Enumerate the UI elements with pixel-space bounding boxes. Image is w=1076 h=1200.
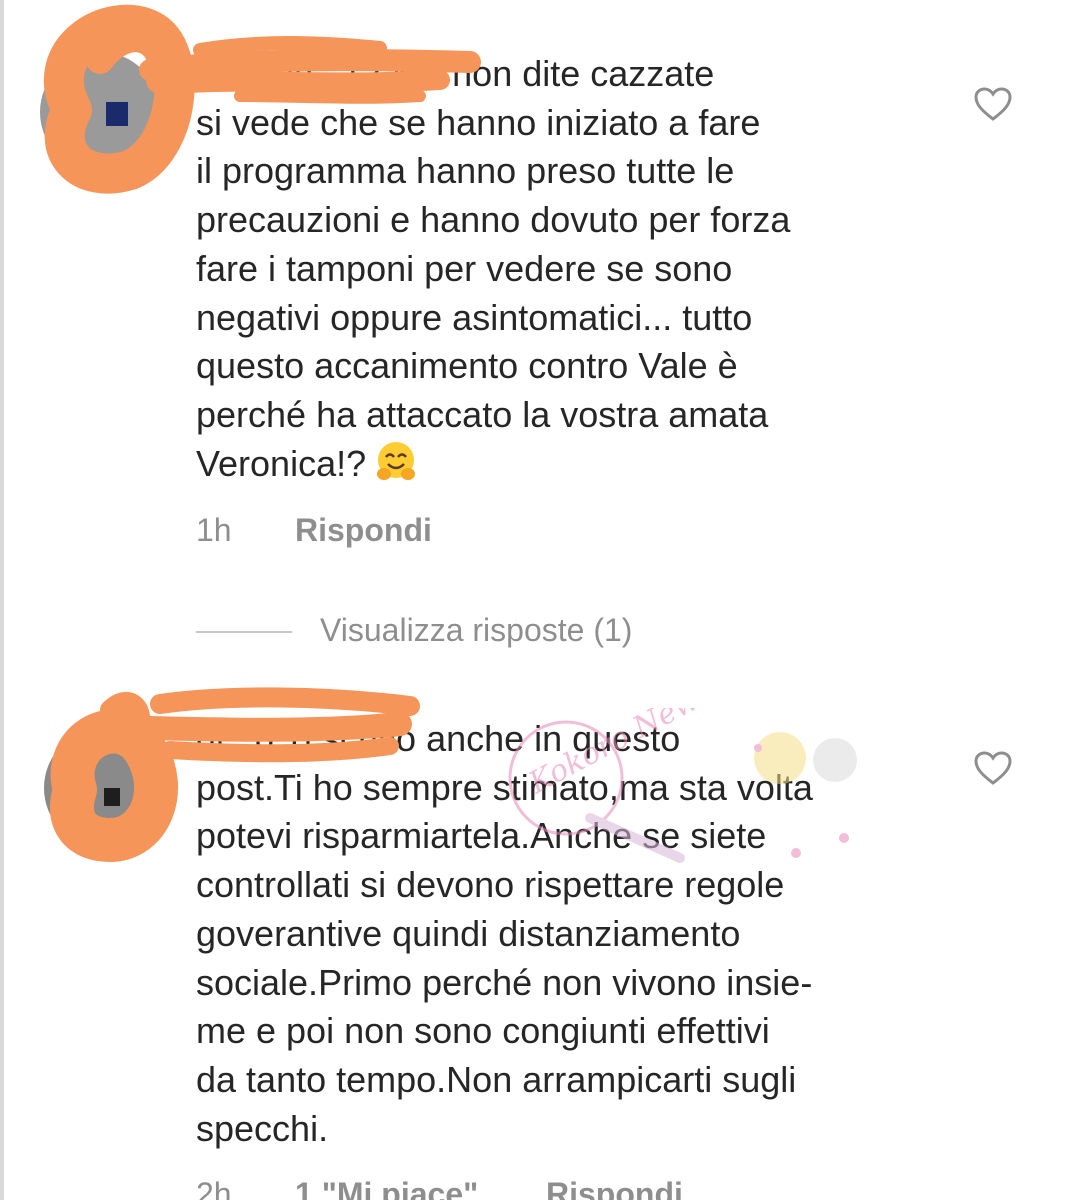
comment-line: potevi risparmiartela.Anche se siete	[196, 815, 767, 857]
avatar-photo-fragment	[106, 102, 128, 126]
comment-line: il programma hanno preso tutte le	[196, 150, 735, 192]
reply-button[interactable]: Rispondi	[295, 512, 432, 549]
comment-line: da tanto tempo.Non arrampicarti sugli	[196, 1058, 797, 1100]
reply-button[interactable]: Rispondi	[546, 1176, 683, 1200]
comment-username[interactable]: gi...b	[196, 718, 274, 759]
view-replies-rule	[196, 631, 292, 633]
comment-line: negativi oppure asintomatici... tutto	[196, 296, 753, 338]
comment-line: goverantive quindi distanziamento	[196, 912, 741, 954]
heart-outline-icon[interactable]	[973, 750, 1013, 786]
hugging-face-emoji-icon	[377, 441, 416, 480]
comment-text: gi...b Ti scrivo anche in questo post.Ti…	[196, 715, 936, 1153]
avatar[interactable]	[44, 728, 164, 848]
comment-line: sociale.Primo perché non vivono insie-	[196, 961, 813, 1003]
comment-line: Ma non dite cazzate	[392, 53, 715, 94]
comment-line: specchi.	[196, 1107, 329, 1149]
avatar-photo-fragment	[104, 788, 120, 806]
view-replies-label: Visualizza risposte (1)	[320, 612, 633, 648]
comment-line: precauzioni e hanno dovuto per forza	[196, 199, 791, 241]
comment-line: si vede che se hanno iniziato a fare	[196, 101, 761, 143]
comment-2: gi...b Ti scrivo anche in questo post.Ti…	[0, 680, 1076, 1200]
comment-line: controllati si devono rispettare regole	[196, 864, 785, 906]
comment-1: l...oguc...12 Ma non dite cazzate si ved…	[0, 0, 1076, 600]
comment-line: perché ha attaccato la vostra amata	[196, 393, 769, 435]
comment-line: questo accanimento contro Vale è	[196, 345, 738, 387]
comment-username[interactable]: l...oguc...12	[196, 53, 382, 94]
likes-count-button[interactable]: 1 "Mi piace"	[295, 1176, 478, 1200]
comment-line: fare i tamponi per vedere se sono	[196, 247, 733, 289]
comment-line: post.Ti ho sempre stimato,ma sta volta	[196, 766, 813, 808]
comment-time: 1h	[196, 512, 232, 548]
comment-line: Ti scrivo anche in questo	[283, 718, 681, 759]
comment-line: Veronica!?	[196, 442, 367, 484]
comment-text: l...oguc...12 Ma non dite cazzate si ved…	[196, 50, 936, 488]
comment-line: me e poi non sono congiunti effettivi	[196, 1010, 770, 1052]
comment-time: 2h	[196, 1176, 232, 1200]
heart-outline-icon[interactable]	[973, 86, 1013, 122]
avatar[interactable]	[40, 52, 160, 172]
